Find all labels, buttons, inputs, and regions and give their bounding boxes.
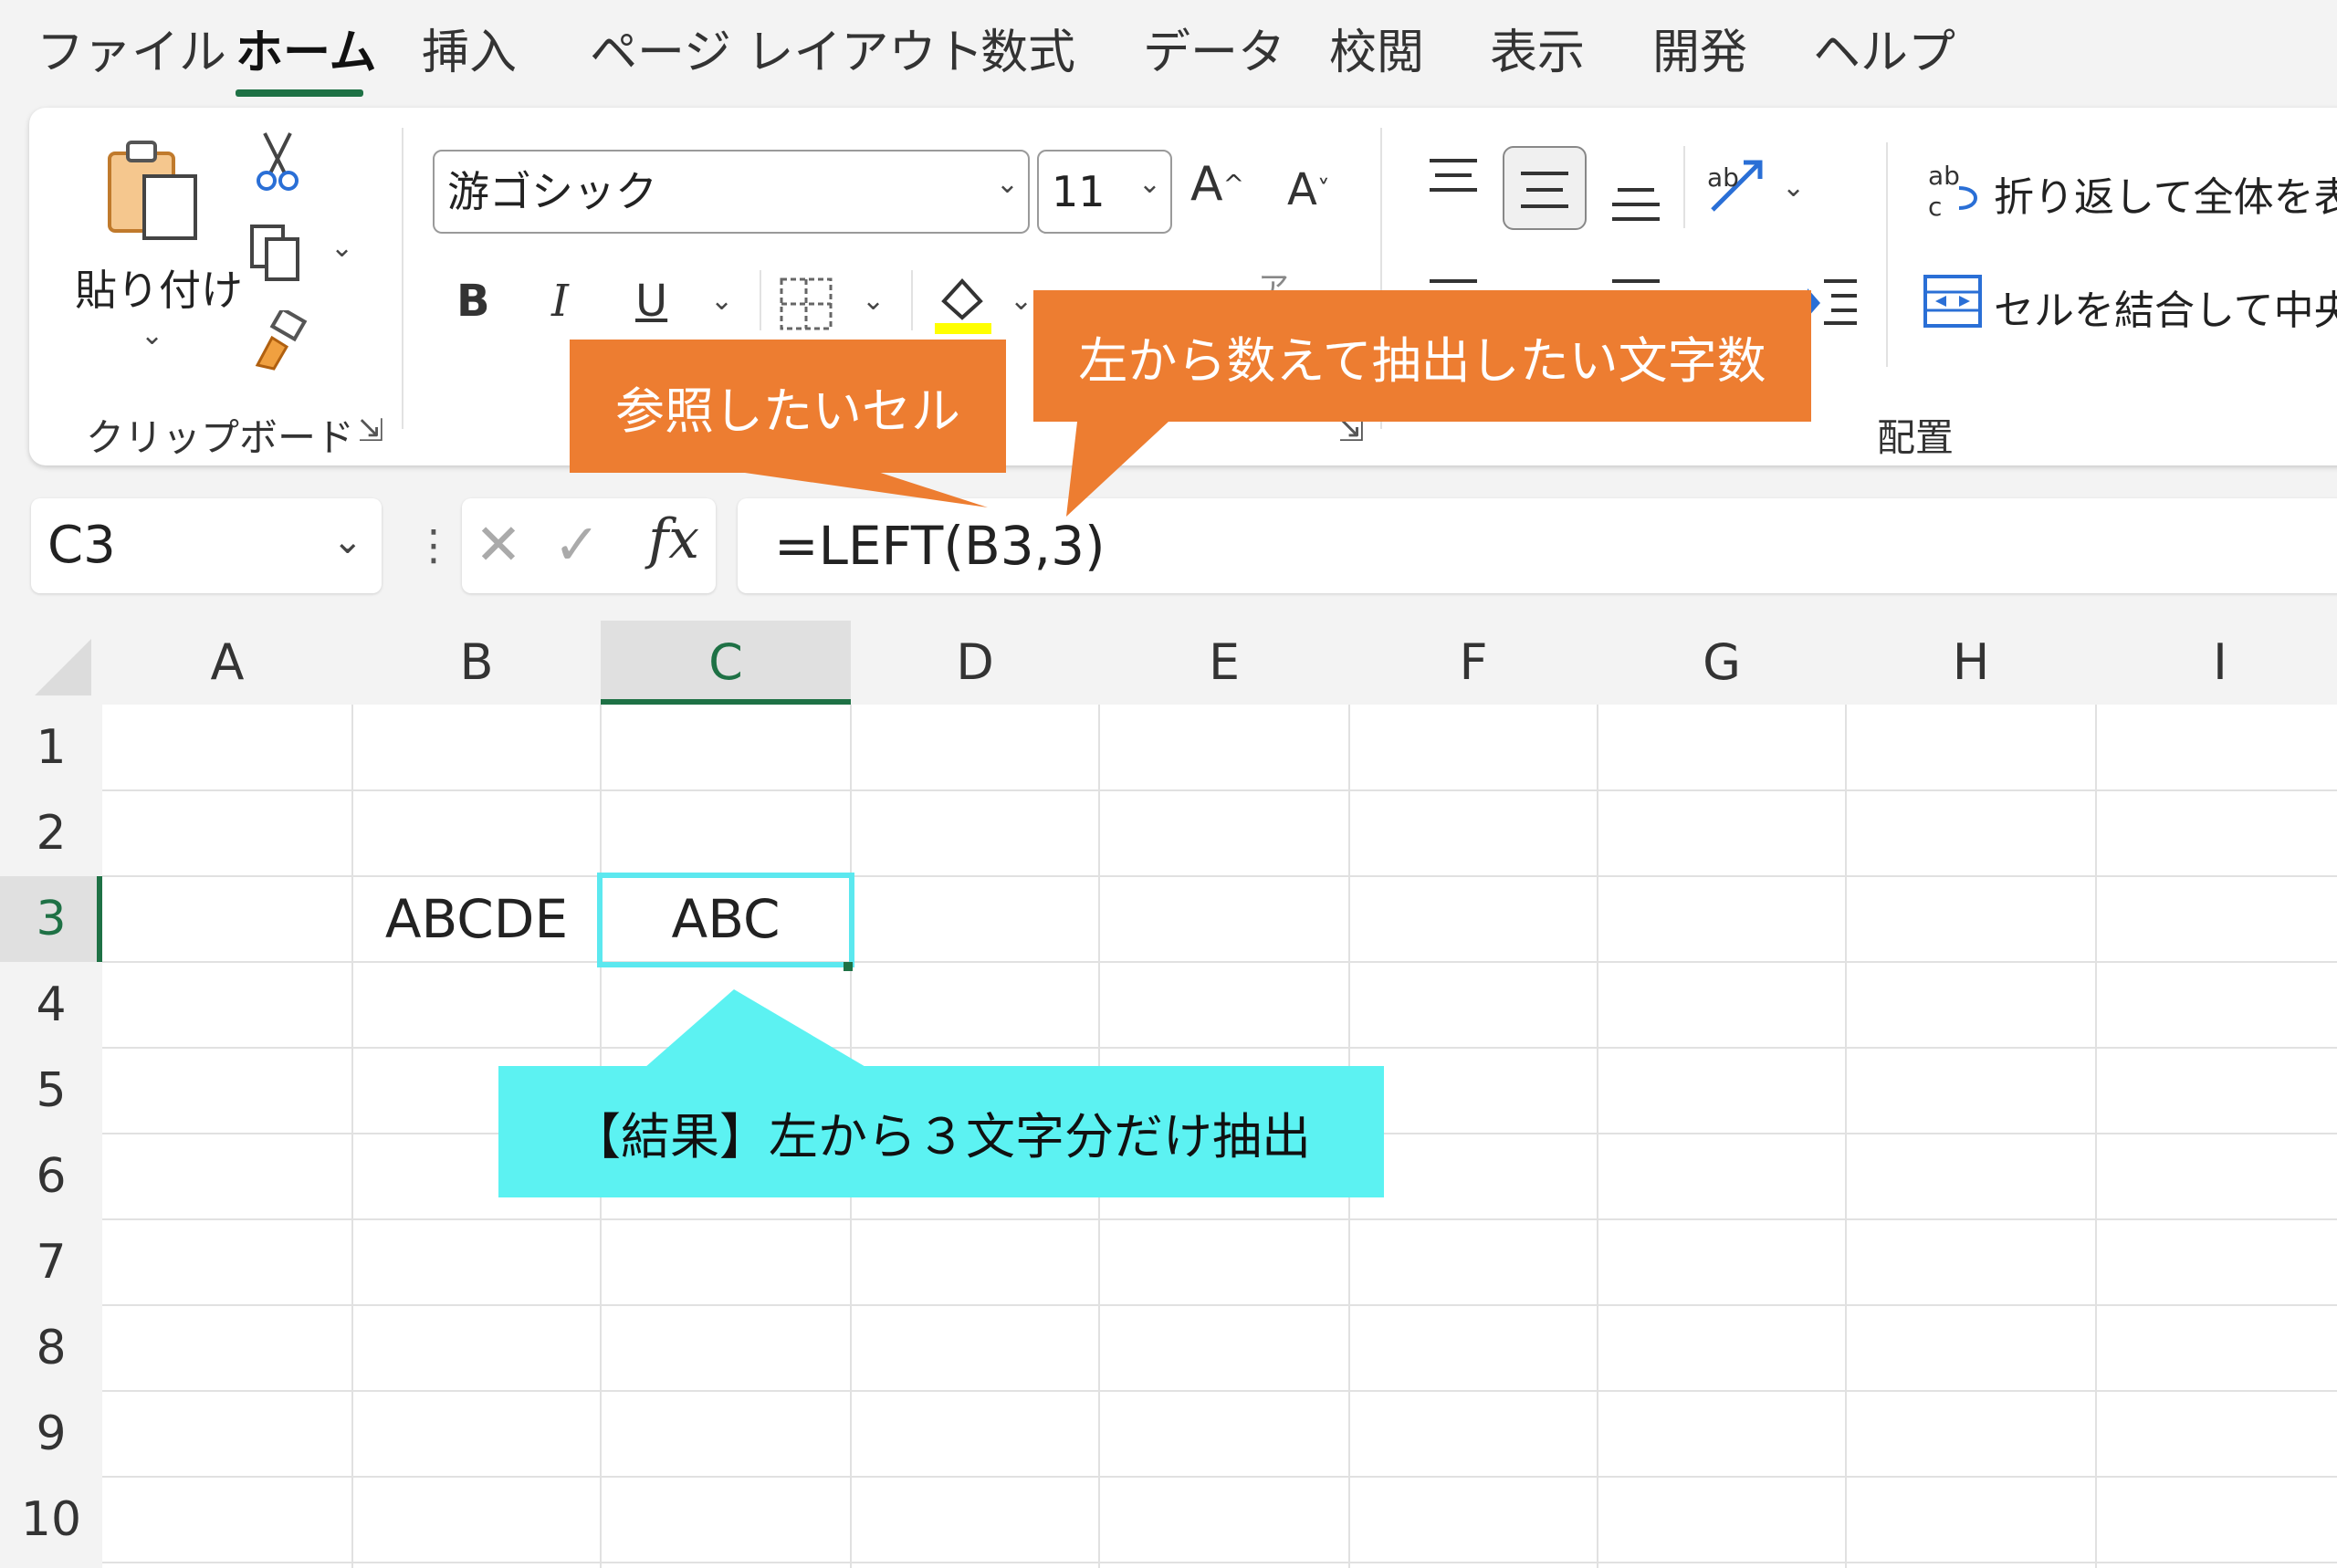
callout-pointers <box>645 422 1168 1068</box>
callout-char-count: 左から数えて抽出したい文字数 <box>1033 290 1811 422</box>
callout-result: 【結果】左から３文字分だけ抽出 <box>498 1066 1384 1197</box>
callout-reference-cell: 参照したいセル <box>570 340 1006 473</box>
